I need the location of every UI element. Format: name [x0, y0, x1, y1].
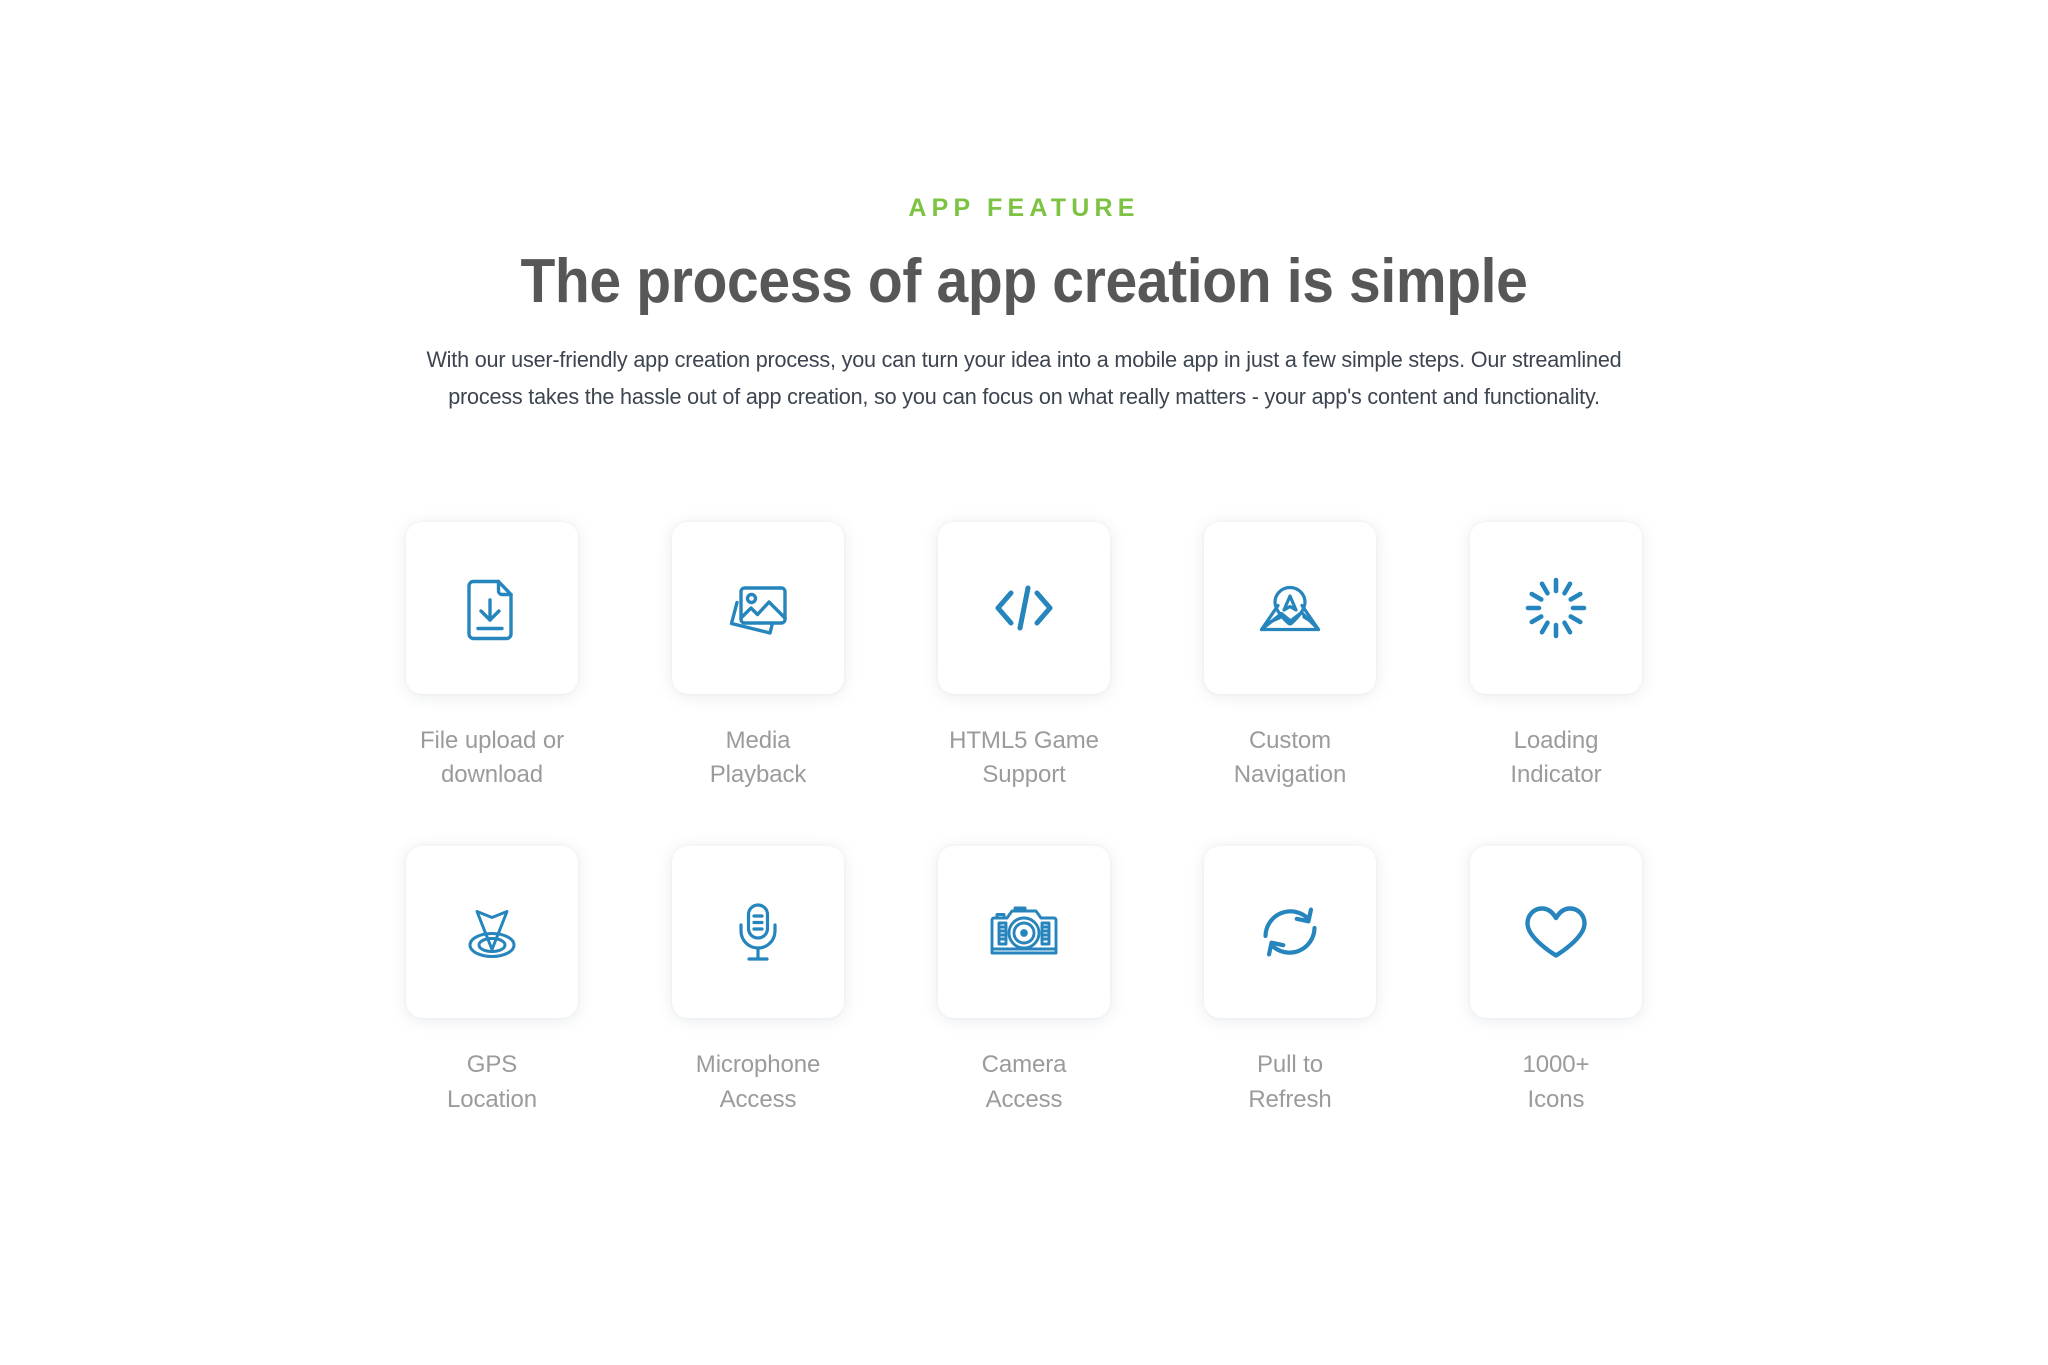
feature-label: File upload or download — [419, 727, 565, 789]
refresh-icon — [1250, 892, 1330, 972]
section-description: With our user-friendly app creation proc… — [426, 347, 1622, 409]
feature-label: Custom Navigation — [1233, 727, 1347, 789]
gps-location-icon — [449, 889, 535, 975]
feature-icon-card[interactable] — [672, 846, 844, 1019]
feature-item-custom-navigation[interactable]: Custom Navigation — [1157, 522, 1423, 792]
feature-item-1000-plus-icons[interactable]: 1000+ Icons — [1423, 846, 1689, 1116]
section-eyebrow: APP FEATURE — [908, 194, 1140, 222]
feature-icon-card[interactable] — [1204, 522, 1376, 695]
feature-label: Loading Indicator — [1510, 727, 1602, 789]
feature-label: GPS Location — [447, 1051, 537, 1113]
feature-item-pull-to-refresh[interactable]: Pull to Refresh — [1157, 846, 1423, 1116]
feature-item-gps-location[interactable]: GPS Location — [359, 846, 625, 1116]
feature-label: Camera Access — [981, 1051, 1067, 1113]
feature-label: Pull to Refresh — [1248, 1051, 1332, 1113]
feature-label: Media Playback — [709, 727, 807, 789]
feature-icon-card[interactable] — [406, 846, 578, 1019]
feature-item-microphone-access[interactable]: Microphone Access — [625, 846, 891, 1116]
feature-icon-card[interactable] — [1470, 522, 1642, 695]
feature-label: Microphone Access — [695, 1051, 821, 1113]
feature-icon-card[interactable] — [1470, 846, 1642, 1019]
page-title: The process of app creation is simple — [520, 247, 1528, 316]
file-download-icon — [452, 568, 532, 648]
feature-item-html5-game-support[interactable]: HTML5 Game Support — [891, 522, 1157, 792]
feature-label: 1000+ Icons — [1522, 1051, 1590, 1113]
feature-icon-card[interactable] — [406, 522, 578, 695]
feature-icon-card[interactable] — [672, 522, 844, 695]
feature-label: HTML5 Game Support — [949, 727, 1099, 789]
feature-icon-card[interactable] — [938, 846, 1110, 1019]
feature-icon-card[interactable] — [1204, 846, 1376, 1019]
map-navigation-icon — [1247, 565, 1333, 651]
microphone-icon — [718, 892, 798, 972]
loading-spinner-icon — [1516, 568, 1596, 648]
feature-icon-card[interactable] — [938, 522, 1110, 695]
feature-item-loading-indicator[interactable]: Loading Indicator — [1423, 522, 1689, 792]
feature-item-media-playback[interactable]: Media Playback — [625, 522, 891, 792]
camera-icon — [981, 889, 1067, 975]
feature-item-camera-access[interactable]: Camera Access — [891, 846, 1157, 1116]
code-brackets-icon — [982, 566, 1066, 650]
feature-item-file-upload-or-download[interactable]: File upload or download — [359, 522, 625, 792]
feature-grid: File upload or download Media Playback H… — [359, 415, 1689, 1116]
heart-icon — [1514, 890, 1598, 974]
app-feature-section: APP FEATURE The process of app creation … — [0, 0, 2048, 1365]
section-header: APP FEATURE The process of app creation … — [0, 0, 2048, 415]
media-images-icon — [716, 566, 800, 650]
